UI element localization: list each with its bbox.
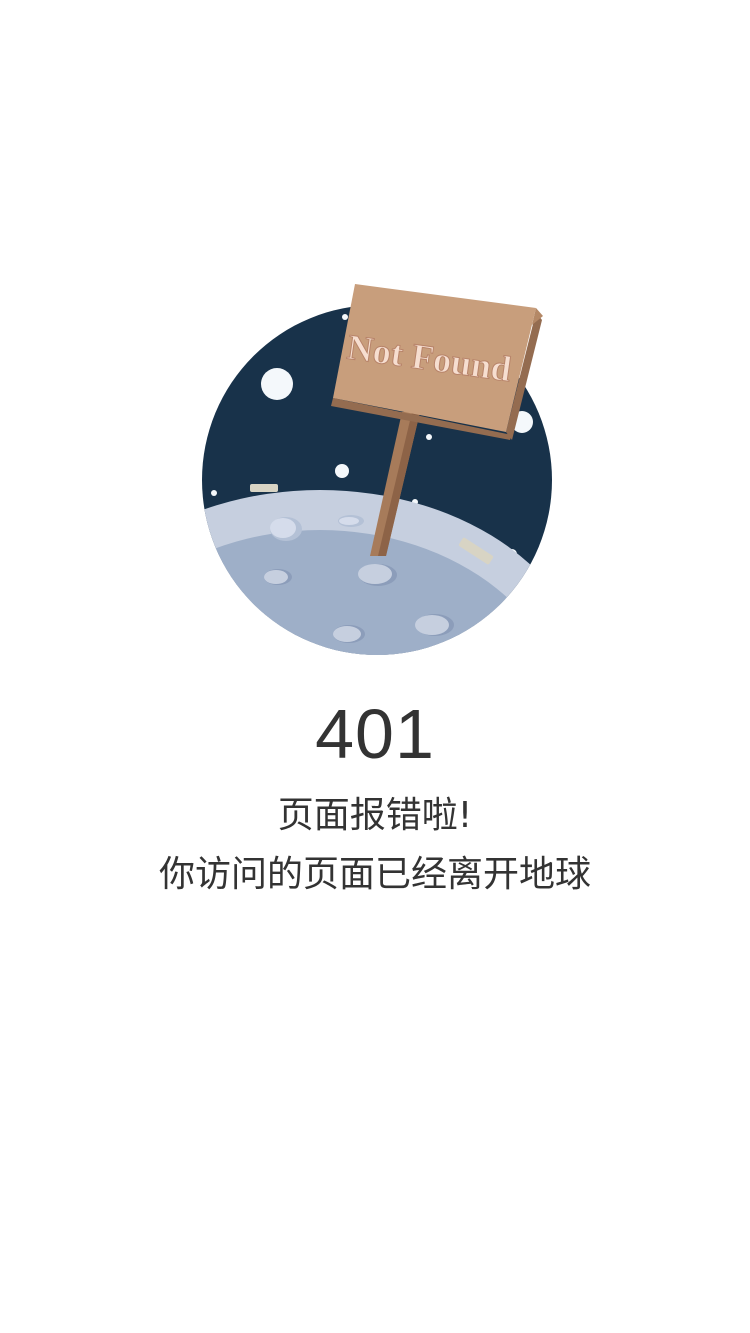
- star: [261, 368, 293, 400]
- error-code: 401: [315, 695, 435, 773]
- star: [211, 490, 217, 496]
- not-found-illustration: Not Found: [202, 284, 552, 655]
- star: [426, 434, 432, 440]
- error-title: 页面报错啦!: [277, 795, 473, 836]
- star: [342, 314, 348, 320]
- error-message: 你访问的页面已经离开地球: [158, 854, 591, 895]
- error-page: Not Found 401 页面报错啦! 你访问的页面已经离开地球: [0, 0, 750, 1333]
- star: [335, 464, 349, 478]
